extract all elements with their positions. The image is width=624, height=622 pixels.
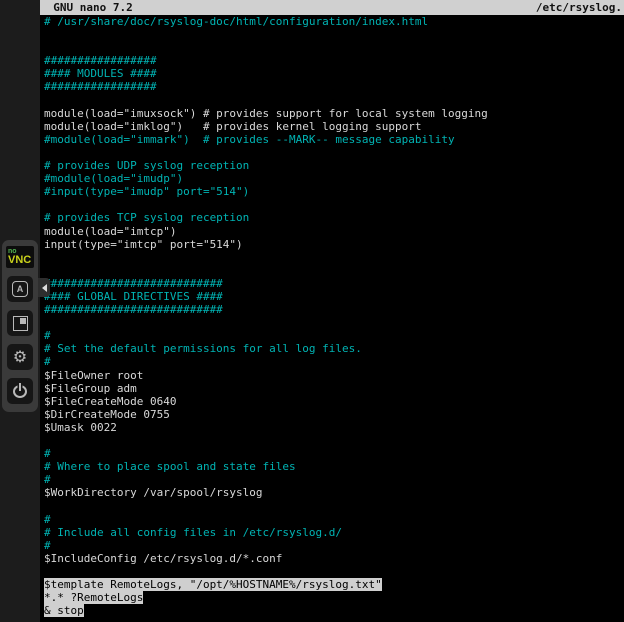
terminal-line: module(load="imtcp") xyxy=(44,225,624,238)
terminal-line: $DirCreateMode 0755 xyxy=(44,408,624,421)
terminal-line: # xyxy=(44,355,624,368)
terminal-line: # xyxy=(44,447,624,460)
desktop-background: no VNC A ⚙ xyxy=(0,0,40,622)
terminal-line: $template RemoteLogs, "/opt/%HOSTNAME%/r… xyxy=(44,578,624,591)
terminal-line: module(load="imklog") # provides kernel … xyxy=(44,120,624,133)
terminal-line: *.* ?RemoteLogs xyxy=(44,591,624,604)
chevron-left-icon xyxy=(42,284,47,292)
terminal-line: input(type="imtcp" port="514") xyxy=(44,238,624,251)
terminal-line xyxy=(44,41,624,54)
terminal-line: #module(load="imudp") xyxy=(44,172,624,185)
keyboard-button[interactable]: A xyxy=(7,276,33,302)
novnc-logo: no VNC xyxy=(6,246,34,268)
terminal-line xyxy=(44,94,624,107)
control-bar-handle[interactable] xyxy=(38,278,50,297)
terminal-line: ########################### xyxy=(44,303,624,316)
power-button[interactable] xyxy=(7,378,33,404)
terminal-line: # xyxy=(44,513,624,526)
selected-text: & stop xyxy=(44,604,84,617)
nano-filename: /etc/rsyslog. xyxy=(536,1,622,14)
terminal-line: ########################### xyxy=(44,277,624,290)
terminal-line: module(load="imuxsock") # provides suppo… xyxy=(44,107,624,120)
terminal-line: #input(type="imudp" port="514") xyxy=(44,185,624,198)
terminal-line: $WorkDirectory /var/spool/rsyslog xyxy=(44,486,624,499)
terminal-line: $FileGroup adm xyxy=(44,382,624,395)
terminal-line: ################# xyxy=(44,54,624,67)
power-icon xyxy=(13,384,27,398)
vnc-control-bar: no VNC A ⚙ xyxy=(2,240,38,412)
keyboard-icon: A xyxy=(12,281,28,297)
terminal-line: $FileOwner root xyxy=(44,369,624,382)
terminal-line: # xyxy=(44,329,624,342)
nano-editor[interactable]: GNU nano 7.2 /etc/rsyslog. # /usr/share/… xyxy=(40,0,624,622)
terminal-line: # xyxy=(44,539,624,552)
terminal-line xyxy=(44,316,624,329)
terminal-line xyxy=(44,28,624,41)
terminal-line: # Include all config files in /etc/rsysl… xyxy=(44,526,624,539)
terminal-line: $Umask 0022 xyxy=(44,421,624,434)
terminal-line: $FileCreateMode 0640 xyxy=(44,395,624,408)
terminal-line xyxy=(44,264,624,277)
terminal-line: # provides UDP syslog reception xyxy=(44,159,624,172)
fullscreen-icon xyxy=(13,316,28,331)
terminal-line: # xyxy=(44,473,624,486)
terminal-line xyxy=(44,251,624,264)
fullscreen-button[interactable] xyxy=(7,310,33,336)
terminal-line: # Where to place spool and state files xyxy=(44,460,624,473)
terminal-line xyxy=(44,565,624,578)
terminal-line: # provides TCP syslog reception xyxy=(44,211,624,224)
screen: GNU nano 7.2 /etc/rsyslog. # /usr/share/… xyxy=(0,0,624,622)
nano-version: GNU nano 7.2 xyxy=(40,1,133,14)
selected-text: *.* ?RemoteLogs xyxy=(44,591,143,604)
terminal-line: # /usr/share/doc/rsyslog-doc/html/config… xyxy=(44,15,624,28)
terminal-body[interactable]: # /usr/share/doc/rsyslog-doc/html/config… xyxy=(40,15,624,617)
selected-text: $template RemoteLogs, "/opt/%HOSTNAME%/r… xyxy=(44,578,382,591)
terminal-line: ################# xyxy=(44,80,624,93)
terminal-line: $IncludeConfig /etc/rsyslog.d/*.conf xyxy=(44,552,624,565)
terminal-line xyxy=(44,434,624,447)
terminal-line: #### MODULES #### xyxy=(44,67,624,80)
terminal-line: # Set the default permissions for all lo… xyxy=(44,342,624,355)
terminal-line: & stop xyxy=(44,604,624,617)
terminal-line xyxy=(44,499,624,512)
novnc-logo-vnc: VNC xyxy=(8,255,32,266)
terminal-line: #module(load="immark") # provides --MARK… xyxy=(44,133,624,146)
power-icon-bar xyxy=(19,383,21,391)
terminal-line xyxy=(44,198,624,211)
settings-button[interactable]: ⚙ xyxy=(7,344,33,370)
gear-icon: ⚙ xyxy=(13,349,27,365)
terminal-line: #### GLOBAL DIRECTIVES #### xyxy=(44,290,624,303)
nano-titlebar: GNU nano 7.2 /etc/rsyslog. xyxy=(40,0,624,15)
terminal-line xyxy=(44,146,624,159)
